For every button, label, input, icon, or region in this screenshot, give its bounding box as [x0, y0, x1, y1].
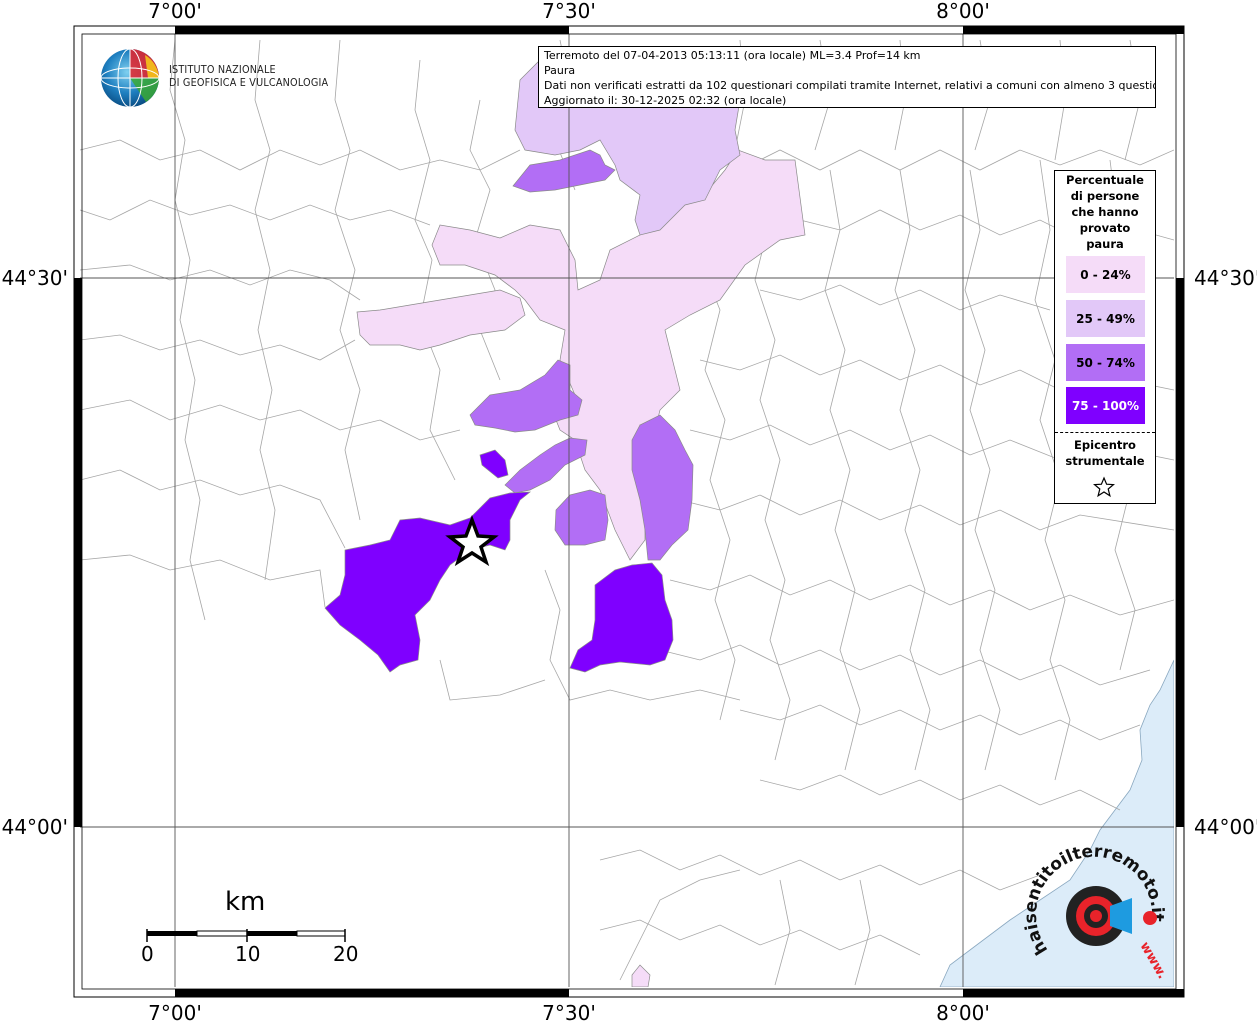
legend-title-line: provato: [1079, 221, 1131, 235]
lat-label-left: 44°00': [2, 815, 68, 839]
lat-label-right: 44°00': [1194, 815, 1257, 839]
scale-tick-label: 10: [235, 942, 261, 966]
ingv-name-line2: DI GEOFISICA E VULCANOLOGIA: [169, 77, 329, 89]
scale-tick-label: 0: [141, 942, 154, 966]
legend-star-icon: [1093, 476, 1115, 498]
lon-label-top: 8°00': [936, 0, 990, 23]
legend-class-25-49: 25 - 49%: [1066, 300, 1145, 337]
lat-label-right: 44°30': [1194, 266, 1257, 290]
lon-label-bottom: 8°00': [936, 1001, 990, 1024]
event-info-box: Terremoto del 07-04-2013 05:13:11 (ora l…: [538, 46, 1156, 108]
map-parameter: Paura: [544, 64, 576, 77]
legend-title-line: che hanno: [1071, 205, 1139, 219]
lon-label-bottom: 7°00': [148, 1001, 202, 1024]
ingv-name: ISTITUTO NAZIONALE DI GEOFISICA E VULCAN…: [169, 64, 328, 90]
legend-class-50-74: 50 - 74%: [1066, 344, 1145, 381]
ingv-logo-icon: [100, 48, 160, 108]
scale-title: km: [225, 887, 266, 917]
scale-tick-label: 20: [333, 942, 359, 966]
legend-class-75-100: 75 - 100%: [1066, 387, 1145, 424]
lon-label-bottom: 7°30': [542, 1001, 596, 1024]
lon-label-top: 7°00': [148, 0, 202, 23]
intensity-map: 7°00' 7°30' 8°00' 7°00' 7°30' 8°00' 44°3…: [2, 0, 1257, 1024]
data-source-note: Dati non verificati estratti da 102 ques…: [544, 79, 1156, 92]
event-header: Terremoto del 07-04-2013 05:13:11 (ora l…: [544, 49, 921, 62]
legend-divider: [1055, 432, 1155, 433]
legend-title-line: paura: [1086, 237, 1124, 251]
update-timestamp: Aggiornato il: 30-12-2025 02:32 (ora loc…: [544, 94, 787, 107]
legend-epicenter-line: strumentale: [1065, 454, 1145, 468]
legend-title: Percentuale di persone che hanno provato…: [1055, 172, 1155, 252]
legend-epicenter-label: Epicentro strumentale: [1055, 437, 1155, 469]
legend-title-line: di persone: [1070, 189, 1140, 203]
legend-class-0-24: 0 - 24%: [1066, 256, 1145, 293]
legend: Percentuale di persone che hanno provato…: [1054, 170, 1156, 504]
legend-epicenter-line: Epicentro: [1074, 438, 1136, 452]
lat-label-left: 44°30': [2, 266, 68, 290]
lon-label-top: 7°30': [542, 0, 596, 23]
legend-title-line: Percentuale: [1066, 173, 1144, 187]
ingv-name-line1: ISTITUTO NAZIONALE: [169, 64, 276, 76]
